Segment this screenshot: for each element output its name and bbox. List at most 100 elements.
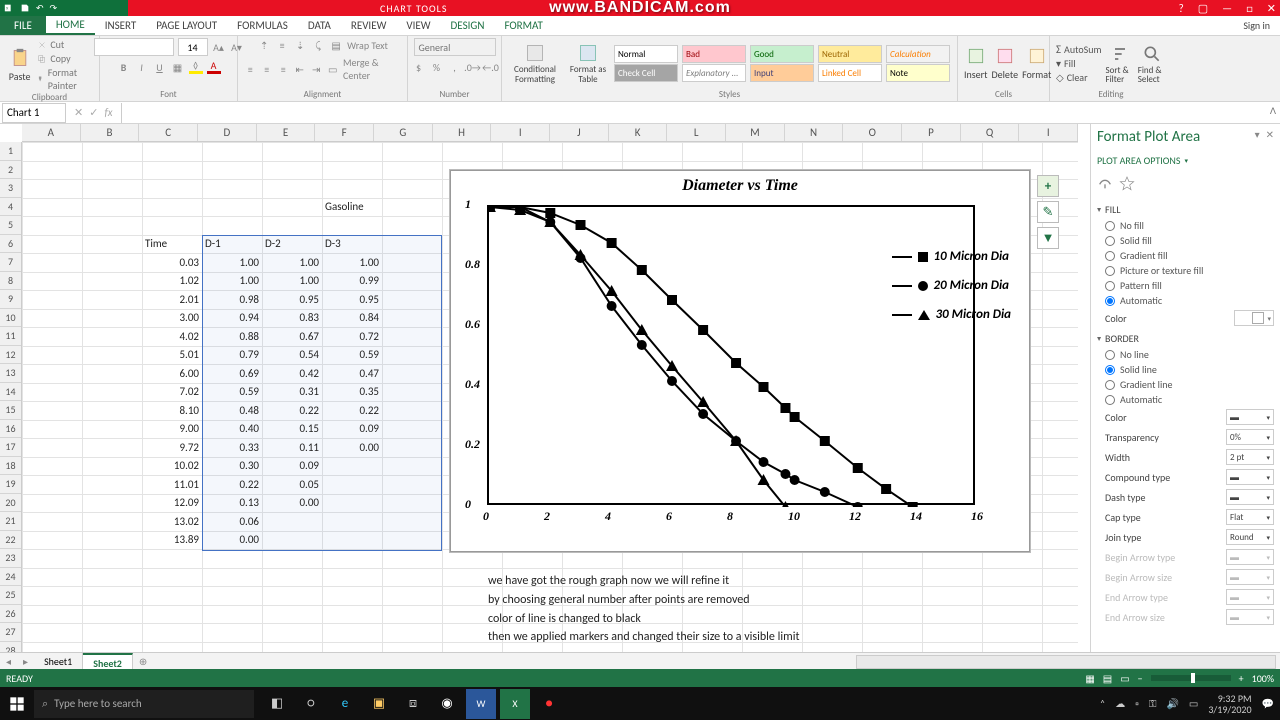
cell[interactable]: 0.06 — [202, 512, 262, 531]
fill-option[interactable]: Picture or texture fill — [1097, 263, 1274, 278]
cell[interactable]: 0.03 — [142, 253, 202, 272]
cell[interactable]: 0.99 — [322, 272, 382, 291]
tab-review[interactable]: REVIEW — [341, 16, 397, 35]
cell[interactable]: 11.01 — [142, 475, 202, 494]
zoom-out-icon[interactable]: − — [1138, 672, 1143, 685]
column-header[interactable]: J — [550, 124, 609, 141]
undo-icon[interactable]: ↶ — [36, 3, 44, 14]
font-size-input[interactable] — [178, 38, 208, 56]
row-header[interactable]: 20 — [0, 494, 21, 513]
row-header[interactable]: 25 — [0, 586, 21, 605]
column-header[interactable]: O — [843, 124, 902, 141]
column-header[interactable]: A — [22, 124, 81, 141]
column-header[interactable]: D — [198, 124, 257, 141]
ribbon-options-icon[interactable]: ▢ — [1198, 2, 1208, 15]
collapse-ribbon-icon[interactable]: ᐱ — [1270, 106, 1276, 117]
cell[interactable]: 0.95 — [262, 290, 322, 309]
zoom-in-icon[interactable]: + — [1239, 672, 1244, 685]
cell[interactable]: 0.94 — [202, 309, 262, 328]
border-section[interactable]: BORDER — [1097, 332, 1274, 345]
tab-file[interactable]: FILE — [0, 16, 46, 35]
fx-icon[interactable]: fx — [104, 106, 112, 119]
cell[interactable]: 0.59 — [202, 383, 262, 402]
maximize-icon[interactable]: □ — [1246, 2, 1253, 15]
cell[interactable]: 0.79 — [202, 346, 262, 365]
cell[interactable]: 0.98 — [202, 290, 262, 309]
clock[interactable]: 9:32 PM3/19/2020 — [1208, 693, 1251, 715]
border-prop[interactable]: Dash type▬▾ — [1097, 487, 1274, 507]
row-header[interactable]: 4 — [0, 198, 21, 217]
cell[interactable]: 0.30 — [202, 457, 262, 476]
cell[interactable]: 0.47 — [322, 364, 382, 383]
row-header[interactable]: 9 — [0, 290, 21, 309]
cell[interactable]: 0.09 — [262, 457, 322, 476]
cell[interactable]: 6.00 — [142, 364, 202, 383]
cell[interactable]: 9.72 — [142, 438, 202, 457]
cell[interactable]: 0.40 — [202, 420, 262, 439]
zoom-slider[interactable] — [1151, 675, 1231, 681]
font-color-button[interactable]: A — [207, 60, 221, 74]
align-center-icon[interactable]: ≡ — [261, 62, 274, 76]
cell[interactable]: 0.15 — [262, 420, 322, 439]
cell[interactable]: 0.35 — [322, 383, 382, 402]
cell[interactable]: 0.83 — [262, 309, 322, 328]
cell[interactable]: 0.31 — [262, 383, 322, 402]
number-format-select[interactable]: General — [414, 38, 496, 56]
onedrive-icon[interactable]: ☁ — [1115, 697, 1125, 710]
row-header[interactable]: 16 — [0, 420, 21, 439]
chart-object[interactable]: Diameter vs Time 10 Micron Dia 20 Micron… — [450, 170, 1030, 552]
effects-tab-icon[interactable] — [1119, 175, 1135, 191]
border-option[interactable]: Solid line — [1097, 362, 1274, 377]
sheet-nav-next[interactable]: ▸ — [17, 655, 34, 668]
fill-option[interactable]: Gradient fill — [1097, 248, 1274, 263]
copy-button[interactable]: Copy — [37, 52, 93, 65]
inc-decimal-icon[interactable]: .0→ — [466, 60, 480, 74]
column-header[interactable]: E — [257, 124, 316, 141]
border-prop[interactable]: Compound type▬▾ — [1097, 467, 1274, 487]
font-name-input[interactable] — [94, 38, 174, 56]
column-header[interactable]: M — [726, 124, 785, 141]
align-top-icon[interactable]: ⇡ — [257, 38, 271, 52]
sheet-tab[interactable]: Sheet1 — [34, 653, 83, 670]
conditional-formatting-button[interactable]: Conditional Formatting — [508, 43, 562, 85]
column-header[interactable]: C — [139, 124, 198, 141]
cell[interactable]: D-2 — [262, 235, 322, 254]
align-left-icon[interactable]: ≡ — [244, 62, 257, 76]
autosum-button[interactable]: ΣAutoSum — [1056, 43, 1101, 56]
fill-option[interactable]: Automatic — [1097, 293, 1274, 308]
close-icon[interactable]: ✕ — [1267, 2, 1276, 15]
chart-title[interactable]: Diameter vs Time — [455, 177, 1025, 195]
wifi-icon[interactable]: ⚿ — [1149, 697, 1157, 710]
tray-up-icon[interactable]: ˄ — [1100, 697, 1105, 710]
tab-formulas[interactable]: FORMULAS — [227, 16, 298, 35]
save-icon[interactable] — [20, 3, 30, 13]
cell[interactable]: 1.00 — [322, 253, 382, 272]
view-break-icon[interactable]: ▭ — [1120, 672, 1129, 685]
paste-button[interactable]: Paste — [6, 48, 33, 83]
indent-dec-icon[interactable]: ⇤ — [294, 62, 307, 76]
chrome-icon[interactable]: ◉ — [432, 689, 462, 719]
cell[interactable]: 0.11 — [262, 438, 322, 457]
cell[interactable]: 0.42 — [262, 364, 322, 383]
cell[interactable]: 1.00 — [262, 272, 322, 291]
column-header[interactable]: P — [902, 124, 961, 141]
cell[interactable]: D-1 — [202, 235, 262, 254]
name-box[interactable]: Chart 1 — [2, 103, 66, 123]
cell[interactable]: 0.22 — [322, 401, 382, 420]
border-option[interactable]: No line — [1097, 347, 1274, 362]
cell[interactable]: 12.09 — [142, 494, 202, 513]
cell[interactable]: 0.88 — [202, 327, 262, 346]
comma-icon[interactable]: , — [448, 60, 462, 74]
cell[interactable]: 13.89 — [142, 531, 202, 550]
cell[interactable]: 0.72 — [322, 327, 382, 346]
italic-button[interactable]: I — [135, 60, 149, 74]
border-prop[interactable]: Color▬▾ — [1097, 407, 1274, 427]
record-icon[interactable]: ● — [534, 689, 564, 719]
cell[interactable]: 4.02 — [142, 327, 202, 346]
minimize-icon[interactable]: — — [1222, 2, 1232, 15]
notifications-icon[interactable]: 💬 — [1262, 697, 1274, 710]
cell[interactable]: 2.01 — [142, 290, 202, 309]
cell[interactable]: 0.00 — [262, 494, 322, 513]
tab-insert[interactable]: INSERT — [95, 16, 147, 35]
row-header[interactable]: 11 — [0, 327, 21, 346]
